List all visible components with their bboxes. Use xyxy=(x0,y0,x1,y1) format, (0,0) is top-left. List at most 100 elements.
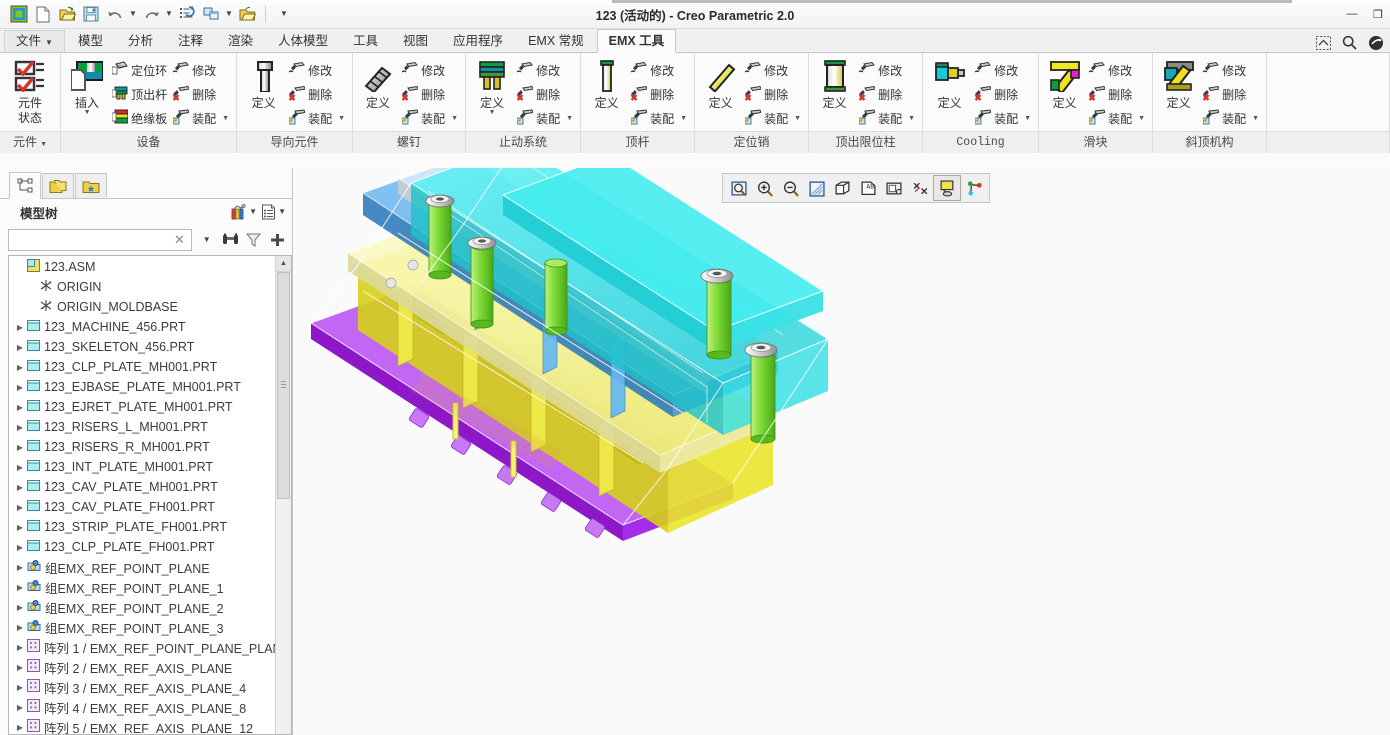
search-box[interactable]: ✕ xyxy=(8,229,192,251)
ribbon-big-button-caret-icon[interactable]: ▼ xyxy=(84,109,91,116)
ribbon-button-delete-icon-2-0-1[interactable]: 删除 xyxy=(286,83,348,106)
ribbon-button-assemble-icon-1-1-2[interactable]: 装配 ▼ xyxy=(170,107,232,130)
tree-expand-arrow-icon[interactable]: ▶ xyxy=(13,323,27,332)
tree-item[interactable]: ▶ 组EMX_REF_POINT_PLANE_3 xyxy=(9,617,275,637)
window-switch-icon[interactable] xyxy=(200,3,222,25)
tree-expand-arrow-icon[interactable]: ▶ xyxy=(13,463,27,472)
ribbon-button-modify-icon-9-0-0[interactable]: 修改 xyxy=(1086,59,1148,82)
tab-6[interactable]: 工具 xyxy=(341,30,390,52)
customize-qat-icon[interactable]: ▼ xyxy=(273,3,295,25)
refit-icon[interactable] xyxy=(725,176,751,200)
model-tree[interactable]: 123.ASM x ORIGIN x ORIGIN_MOLDBASE ▶ 123_MACHI… xyxy=(8,255,292,735)
ribbon-button-caret-icon[interactable]: ▼ xyxy=(1138,115,1145,122)
ribbon-button-modify-icon-6-0-0[interactable]: 修改 xyxy=(742,59,804,82)
ribbon-group-caret-icon[interactable]: ▼ xyxy=(40,141,47,148)
tree-expand-arrow-icon[interactable]: ▶ xyxy=(13,483,27,492)
minimize-button[interactable]: — xyxy=(1344,8,1360,20)
tree-item[interactable]: ▶ 123_RISERS_R_MH001.PRT xyxy=(9,437,275,457)
ribbon-button-modify-icon-3-0-0[interactable]: 修改 xyxy=(399,59,461,82)
ribbon-button-assemble-icon-7-0-2[interactable]: 装配 ▼ xyxy=(856,107,918,130)
annotation-display-icon[interactable] xyxy=(933,175,961,201)
ribbon-button-modify-icon-1-1-0[interactable]: 修改 xyxy=(170,59,232,82)
tree-item[interactable]: ▶ 组EMX_REF_POINT_PLANE_2 xyxy=(9,597,275,617)
view-manager-icon[interactable] xyxy=(881,176,907,200)
ribbon-button-delete-icon-3-0-1[interactable]: 删除 xyxy=(399,83,461,106)
app-logo-icon[interactable] xyxy=(8,3,30,25)
ribbon-button-assemble-icon-6-0-2[interactable]: 装配 ▼ xyxy=(742,107,804,130)
ribbon-big-button-5-0[interactable]: 定义 xyxy=(585,57,628,110)
undo-icon[interactable] xyxy=(104,3,126,25)
redo-caret-icon[interactable]: ▼ xyxy=(164,3,174,25)
ribbon-button-delete-icon-9-0-1[interactable]: 删除 xyxy=(1086,83,1148,106)
ribbon-button-assemble-icon-4-0-2[interactable]: 装配 ▼ xyxy=(514,107,576,130)
ribbon-button-delete-icon-6-0-1[interactable]: 删除 xyxy=(742,83,804,106)
ribbon-button-assemble-icon-8-0-2[interactable]: 装配 ▼ xyxy=(972,107,1034,130)
ribbon-big-button-9-0[interactable]: 定义 xyxy=(1043,57,1086,110)
ribbon-button-caret-icon[interactable]: ▼ xyxy=(794,115,801,122)
zoom-in-icon[interactable] xyxy=(751,176,777,200)
maximize-button[interactable]: ❐ xyxy=(1370,8,1386,21)
tree-expand-arrow-icon[interactable]: ▶ xyxy=(13,643,27,652)
ribbon-button-delete-icon-10-0-1[interactable]: 删除 xyxy=(1200,83,1262,106)
ribbon-button-insulator-plate-icon-1-0-2[interactable]: 绝缘板 xyxy=(109,107,170,130)
undo-caret-icon[interactable]: ▼ xyxy=(128,3,138,25)
tab-7[interactable]: 视图 xyxy=(391,30,440,52)
tree-item[interactable]: ▶ 123_CAV_PLATE_FH001.PRT xyxy=(9,497,275,517)
tree-item[interactable]: ▶ 123_INT_PLATE_MH001.PRT xyxy=(9,457,275,477)
tree-item[interactable]: ▶ 阵列 4 / EMX_REF_AXIS_PLANE_8 xyxy=(9,697,275,717)
find-binoculars-icon[interactable] xyxy=(221,231,239,249)
save-icon[interactable] xyxy=(80,3,102,25)
ribbon-button-delete-icon-5-0-1[interactable]: 删除 xyxy=(628,83,690,106)
tree-item[interactable]: ▶ 阵列 1 / EMX_REF_POINT_PLANE_PLAN xyxy=(9,637,275,657)
ribbon-button-caret-icon[interactable]: ▼ xyxy=(1252,115,1259,122)
tab-2[interactable]: 分析 xyxy=(116,30,165,52)
ribbon-button-modify-icon-5-0-0[interactable]: 修改 xyxy=(628,59,690,82)
search-icon[interactable] xyxy=(1341,34,1358,51)
tree-expand-arrow-icon[interactable]: ▶ xyxy=(13,523,27,532)
model-tree-scrollbar[interactable]: ▲ xyxy=(275,256,291,734)
tree-item[interactable]: ▶ 123_CLP_PLATE_MH001.PRT xyxy=(9,357,275,377)
tree-item[interactable]: ▶ 123_EJRET_PLATE_MH001.PRT xyxy=(9,397,275,417)
ribbon-button-modify-icon-2-0-0[interactable]: 修改 xyxy=(286,59,348,82)
ribbon-button-modify-icon-8-0-0[interactable]: 修改 xyxy=(972,59,1034,82)
clear-search-icon[interactable]: ✕ xyxy=(172,232,187,248)
tree-item[interactable]: ▶ 阵列 5 / EMX_REF_AXIS_PLANE_12 xyxy=(9,717,275,734)
ribbon-big-button-caret-icon[interactable]: ▼ xyxy=(489,109,496,116)
ribbon-button-delete-icon-1-1-1[interactable]: 删除 xyxy=(170,83,232,106)
graphics-viewport[interactable] xyxy=(293,168,1390,735)
ribbon-button-modify-icon-10-0-0[interactable]: 修改 xyxy=(1200,59,1262,82)
zoom-out-icon[interactable] xyxy=(777,176,803,200)
ribbon-big-button-8-0[interactable]: 定义 xyxy=(927,57,972,110)
tab-3[interactable]: 注释 xyxy=(166,30,215,52)
display-style-icon[interactable] xyxy=(829,176,855,200)
redo-icon[interactable] xyxy=(140,3,162,25)
tree-expand-arrow-icon[interactable]: ▶ xyxy=(13,503,27,512)
spin-center-icon[interactable] xyxy=(961,176,987,200)
mold-base-assembly[interactable] xyxy=(293,168,1390,735)
model-tree-tab[interactable] xyxy=(9,172,41,199)
tab-10[interactable]: EMX 工具 xyxy=(596,29,677,53)
file-menu-caret-icon[interactable]: ▼ xyxy=(45,38,53,47)
tree-item[interactable]: ▶ 组EMX_REF_POINT_PLANE xyxy=(9,557,275,577)
tree-expand-arrow-icon[interactable]: ▶ xyxy=(13,563,27,572)
tree-expand-arrow-icon[interactable]: ▶ xyxy=(13,663,27,672)
ribbon-big-button-0-0[interactable]: 元件 状态 xyxy=(4,57,56,125)
scrollbar-thumb[interactable] xyxy=(277,272,290,499)
tree-settings-icon[interactable]: ▼ xyxy=(230,204,257,220)
repaint-icon[interactable] xyxy=(803,176,829,200)
filter-funnel-icon[interactable] xyxy=(245,231,263,249)
ribbon-button-modify-icon-4-0-0[interactable]: 修改 xyxy=(514,59,576,82)
tab-0[interactable]: 文件 ▼ xyxy=(4,30,65,52)
tree-settings-caret-icon[interactable]: ▼ xyxy=(249,208,257,216)
ribbon-button-caret-icon[interactable]: ▼ xyxy=(222,115,229,122)
tab-4[interactable]: 渲染 xyxy=(216,30,265,52)
datum-display-icon[interactable] xyxy=(907,176,933,200)
tree-item[interactable]: ▶ 123_CAV_PLATE_MH001.PRT xyxy=(9,477,275,497)
tree-expand-arrow-icon[interactable]: ▶ xyxy=(13,443,27,452)
tree-expand-arrow-icon[interactable]: ▶ xyxy=(13,603,27,612)
ribbon-button-caret-icon[interactable]: ▼ xyxy=(338,115,345,122)
ribbon-button-delete-icon-8-0-1[interactable]: 删除 xyxy=(972,83,1034,106)
close-window-icon[interactable] xyxy=(236,3,258,25)
open-file-icon[interactable] xyxy=(56,3,78,25)
saved-view-icon[interactable]: AB xyxy=(855,176,881,200)
